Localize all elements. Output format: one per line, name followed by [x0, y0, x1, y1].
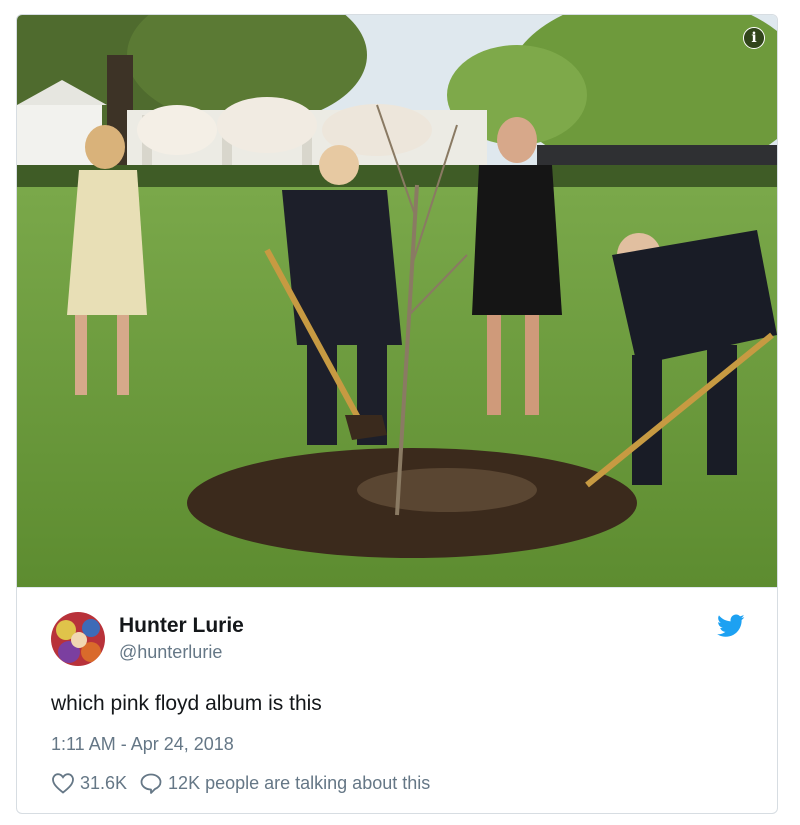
speech-bubble-icon	[140, 773, 162, 794]
tree-planting-photo	[17, 15, 777, 587]
tweet-text: which pink floyd album is this	[51, 692, 322, 715]
like-button[interactable]: 31.6K	[51, 772, 127, 794]
info-icon[interactable]: i	[743, 27, 765, 49]
like-count: 31.6K	[80, 772, 128, 793]
avatar-image	[51, 612, 105, 666]
avatar[interactable]	[51, 612, 105, 666]
author-handle[interactable]: @hunterlurie	[119, 642, 222, 663]
tweet-body: Hunter Lurie @hunterlurie which pink flo…	[17, 587, 777, 813]
tweet-actions: 31.6K 12K people are talking about this	[51, 772, 430, 794]
author-name[interactable]: Hunter Lurie	[119, 614, 244, 638]
tweet-embed-card: i Hunter Lurie @hunterlurie which pink f…	[16, 14, 778, 814]
reply-button[interactable]: 12K people are talking about this	[139, 772, 430, 794]
replies-text: 12K people are talking about this	[168, 772, 431, 793]
tweet-photo[interactable]: i	[17, 15, 777, 587]
heart-icon	[52, 773, 74, 794]
twitter-bird-icon[interactable]	[717, 614, 745, 638]
tweet-timestamp[interactable]: 1:11 AM - Apr 24, 2018	[51, 734, 234, 755]
